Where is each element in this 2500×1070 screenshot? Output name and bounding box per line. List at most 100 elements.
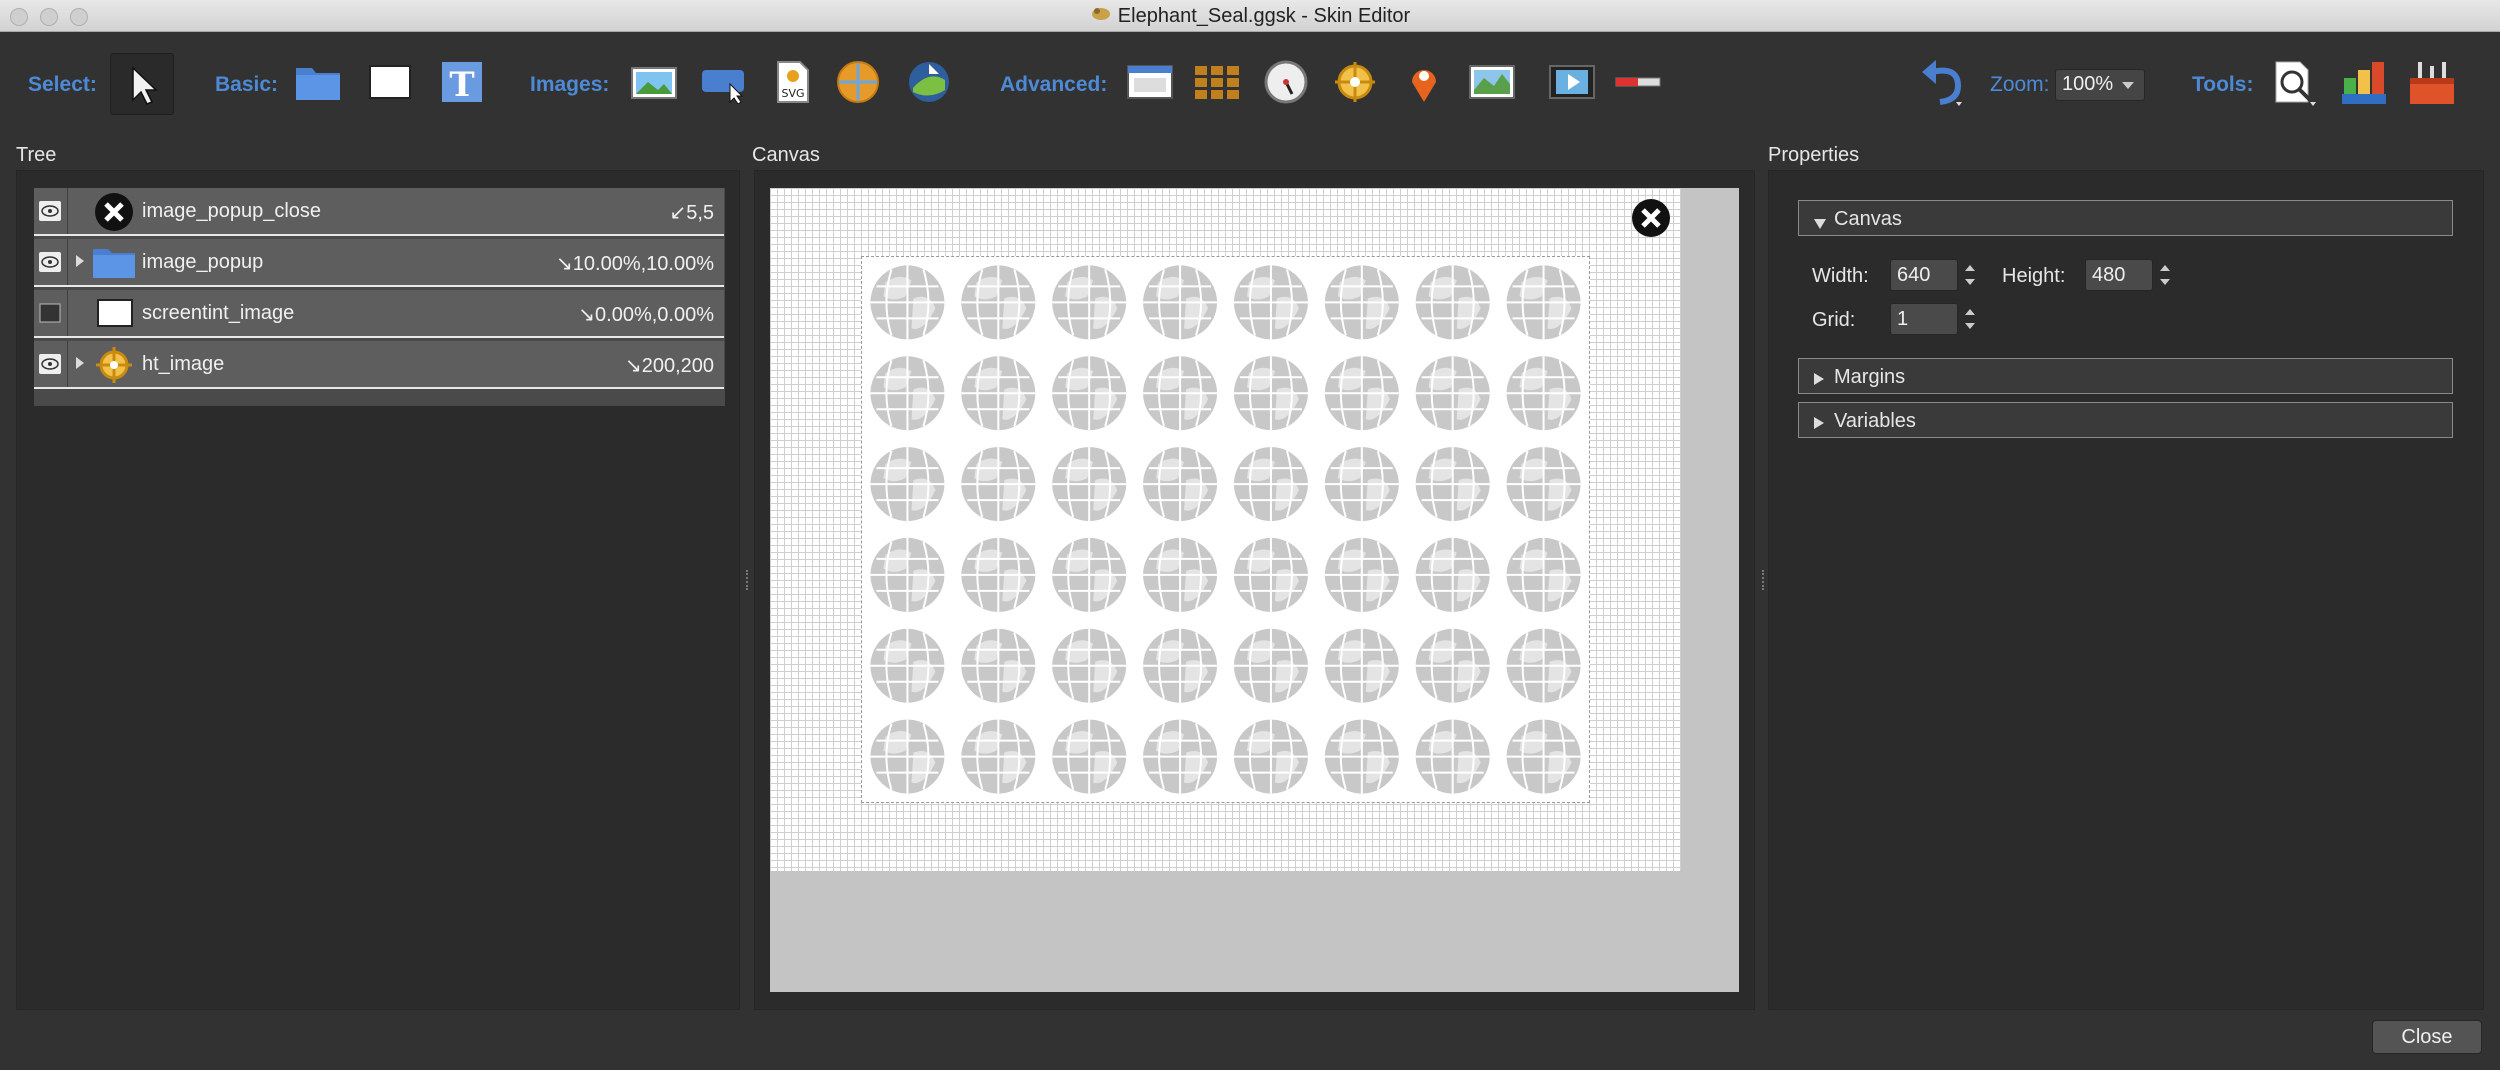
close-button[interactable]: Close xyxy=(2372,1020,2482,1054)
globe-icon xyxy=(1052,537,1127,612)
canvas-section-header[interactable]: Canvas xyxy=(1798,200,2453,236)
hotspot-icon[interactable] xyxy=(1331,60,1379,104)
grid-label: Grid: xyxy=(1812,309,1856,331)
video-icon[interactable] xyxy=(1548,60,1596,104)
globe-icon xyxy=(1506,356,1581,431)
close-icon xyxy=(1632,199,1670,237)
pointer-arrow-icon xyxy=(132,66,158,105)
tree-panel-title: Tree xyxy=(16,144,57,166)
expand-triangle-icon xyxy=(1813,369,1825,392)
globe-icon xyxy=(1324,628,1399,703)
grid-cloner-icon[interactable] xyxy=(1193,60,1241,104)
globe-icon xyxy=(1324,537,1399,612)
globe-icon xyxy=(961,537,1036,612)
height-stepper[interactable] xyxy=(2156,259,2174,291)
image-icon[interactable] xyxy=(630,60,678,104)
color-palette-icon[interactable] xyxy=(2340,58,2388,104)
zoom-label: Zoom: xyxy=(1990,73,2050,96)
tree-item-coord: ↘200,200 xyxy=(624,355,714,377)
tree-row[interactable]: ht_image ↘200,200 xyxy=(34,341,724,389)
globe-icon xyxy=(1052,447,1127,522)
margins-section-header[interactable]: Margins xyxy=(1798,358,2453,394)
popup-close-element[interactable] xyxy=(1631,198,1671,238)
rectangle-icon[interactable] xyxy=(366,60,414,104)
tree-row[interactable]: image_popup_close ↙5,5 xyxy=(34,188,724,236)
find-tool-icon[interactable] xyxy=(2270,58,2318,106)
globe-icon xyxy=(1233,447,1308,522)
globe-icon xyxy=(1506,537,1581,612)
panorama-sphere-icon[interactable] xyxy=(834,60,882,104)
globe-icon xyxy=(1143,719,1218,794)
margins-section-label: Margins xyxy=(1834,366,1906,388)
globe-icon xyxy=(1506,265,1581,340)
chevron-down-icon xyxy=(2122,82,2134,89)
grid-input[interactable]: 1 xyxy=(1890,303,1958,335)
properties-panel-title: Properties xyxy=(1768,144,1860,166)
canvas-section-label: Canvas xyxy=(1834,208,1902,230)
width-label: Width: xyxy=(1812,265,1869,287)
visibility-eye-icon[interactable] xyxy=(34,188,68,234)
canvas-area[interactable] xyxy=(770,188,1739,992)
globe-icon xyxy=(1052,265,1127,340)
image-button-icon[interactable] xyxy=(700,60,748,104)
globe-icon xyxy=(1324,719,1399,794)
variables-section-header[interactable]: Variables xyxy=(1798,402,2453,438)
globe-icon xyxy=(1052,719,1127,794)
select-tool-button[interactable] xyxy=(110,53,174,115)
globe-icon xyxy=(1506,628,1581,703)
grid-value: 1 xyxy=(1897,308,1909,330)
globe-icon xyxy=(1233,537,1308,612)
video-sphere-icon[interactable] xyxy=(905,60,953,104)
title-bar: Elephant_Seal.ggsk - Skin Editor xyxy=(0,0,2500,32)
map-icon[interactable] xyxy=(1468,60,1516,104)
hotspot-icon xyxy=(94,345,134,390)
expand-arrow-icon[interactable] xyxy=(76,357,84,369)
tree-item-coord: ↘0.00%,0.00% xyxy=(578,304,714,326)
advanced-label: Advanced: xyxy=(1000,73,1108,96)
globe-icon xyxy=(1233,356,1308,431)
right-splitter-handle[interactable] xyxy=(1762,570,1766,590)
zoom-select[interactable]: 100% xyxy=(2055,69,2145,101)
globe-icon xyxy=(870,447,945,522)
tree-row[interactable]: screentint_image ↘0.00%,0.00% xyxy=(34,290,724,338)
container-folder-icon[interactable] xyxy=(294,60,342,104)
undo-icon[interactable] xyxy=(1918,56,1966,106)
globe-icon xyxy=(1324,356,1399,431)
window-element-icon[interactable] xyxy=(1126,60,1174,104)
height-input[interactable]: 480 xyxy=(2085,259,2153,291)
left-splitter-handle[interactable] xyxy=(746,570,750,590)
globe-icon xyxy=(1415,265,1490,340)
toolbar: Select: Basic: T Images: SVG Advanced: Z… xyxy=(0,32,2500,138)
image-popup-element[interactable] xyxy=(861,256,1590,803)
text-tool-icon[interactable]: T xyxy=(438,60,486,104)
progress-bar-icon[interactable] xyxy=(1614,60,1662,104)
expand-arrow-icon[interactable] xyxy=(76,255,84,267)
compass-gauge-icon[interactable] xyxy=(1262,60,1310,104)
globe-icon xyxy=(1506,447,1581,522)
width-stepper[interactable] xyxy=(1961,259,1979,291)
folder-icon xyxy=(92,245,136,284)
globe-icon xyxy=(1415,719,1490,794)
visibility-checkbox[interactable] xyxy=(34,290,68,336)
map-pin-icon[interactable] xyxy=(1400,60,1448,104)
variables-section-label: Variables xyxy=(1834,410,1916,432)
properties-panel xyxy=(1768,170,2484,1010)
tree-row[interactable]: image_popup ↘10.00%,10.00% xyxy=(34,239,724,287)
globe-icon xyxy=(961,719,1036,794)
globe-icon xyxy=(1143,628,1218,703)
tree-item-name: ht_image xyxy=(142,353,225,375)
tree-item-coord: ↙5,5 xyxy=(669,202,714,224)
visibility-eye-icon[interactable] xyxy=(34,341,68,387)
grid-stepper[interactable] xyxy=(1961,303,1979,335)
toolbox-icon[interactable] xyxy=(2408,58,2456,104)
zoom-value: 100% xyxy=(2062,73,2114,95)
globe-pattern xyxy=(870,265,1581,794)
width-input[interactable]: 640 xyxy=(1890,259,1958,291)
globe-icon xyxy=(870,265,945,340)
visibility-eye-icon[interactable] xyxy=(34,239,68,285)
globe-icon xyxy=(1415,628,1490,703)
globe-icon xyxy=(961,447,1036,522)
tree-item-coord: ↘10.00%,10.00% xyxy=(556,253,714,275)
height-label: Height: xyxy=(2002,265,2066,287)
svg-icon[interactable]: SVG xyxy=(768,60,816,104)
